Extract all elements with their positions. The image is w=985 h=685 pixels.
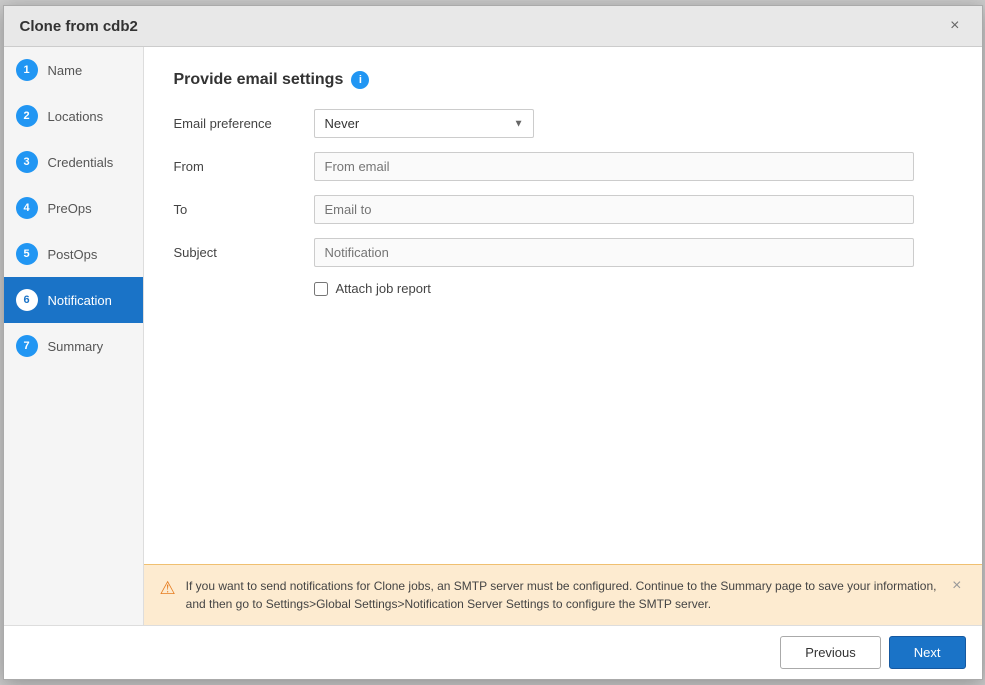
step-badge-3: 3 bbox=[16, 151, 38, 173]
email-preference-label: Email preference bbox=[174, 116, 314, 131]
sidebar-label-notification: Notification bbox=[48, 293, 112, 308]
section-title: Provide email settings i bbox=[174, 71, 952, 89]
previous-button[interactable]: Previous bbox=[780, 636, 881, 669]
main-content: Provide email settings i Email preferenc… bbox=[144, 47, 982, 625]
step-badge-6: 6 bbox=[16, 289, 38, 311]
info-icon[interactable]: i bbox=[351, 71, 369, 89]
to-control bbox=[314, 195, 914, 224]
subject-control bbox=[314, 238, 914, 267]
checkbox-row-attach: Attach job report bbox=[174, 281, 952, 296]
sidebar-item-notification[interactable]: 6 Notification bbox=[4, 277, 143, 323]
dialog-title: Clone from cdb2 bbox=[20, 18, 138, 35]
dialog-header: Clone from cdb2 × bbox=[4, 6, 982, 47]
attach-job-report-label[interactable]: Attach job report bbox=[336, 281, 431, 296]
warning-close-button[interactable]: × bbox=[948, 577, 965, 595]
sidebar-label-name: Name bbox=[48, 63, 83, 78]
step-badge-4: 4 bbox=[16, 197, 38, 219]
sidebar-item-summary[interactable]: 7 Summary bbox=[4, 323, 143, 369]
sidebar-label-postops: PostOps bbox=[48, 247, 98, 262]
next-button[interactable]: Next bbox=[889, 636, 966, 669]
email-preference-wrapper: Never On Failure Always bbox=[314, 109, 534, 138]
form-row-email-preference: Email preference Never On Failure Always bbox=[174, 109, 952, 138]
from-control bbox=[314, 152, 914, 181]
to-input[interactable] bbox=[314, 195, 914, 224]
clone-dialog: Clone from cdb2 × 1 Name 2 Locations 3 C… bbox=[3, 5, 983, 680]
dialog-body: 1 Name 2 Locations 3 Credentials 4 PreOp… bbox=[4, 47, 982, 625]
sidebar-item-name[interactable]: 1 Name bbox=[4, 47, 143, 93]
attach-job-report-checkbox[interactable] bbox=[314, 282, 328, 296]
form-row-from: From bbox=[174, 152, 952, 181]
content-area: Provide email settings i Email preferenc… bbox=[144, 47, 982, 564]
subject-input[interactable] bbox=[314, 238, 914, 267]
sidebar: 1 Name 2 Locations 3 Credentials 4 PreOp… bbox=[4, 47, 144, 625]
subject-label: Subject bbox=[174, 245, 314, 260]
step-badge-1: 1 bbox=[16, 59, 38, 81]
form-row-subject: Subject bbox=[174, 238, 952, 267]
sidebar-label-summary: Summary bbox=[48, 339, 104, 354]
form-row-to: To bbox=[174, 195, 952, 224]
email-preference-control: Never On Failure Always bbox=[314, 109, 914, 138]
dialog-footer: Previous Next bbox=[4, 625, 982, 679]
sidebar-item-preops[interactable]: 4 PreOps bbox=[4, 185, 143, 231]
to-label: To bbox=[174, 202, 314, 217]
step-badge-2: 2 bbox=[16, 105, 38, 127]
step-badge-7: 7 bbox=[16, 335, 38, 357]
sidebar-label-locations: Locations bbox=[48, 109, 104, 124]
step-badge-5: 5 bbox=[16, 243, 38, 265]
sidebar-label-preops: PreOps bbox=[48, 201, 92, 216]
from-label: From bbox=[174, 159, 314, 174]
sidebar-item-locations[interactable]: 2 Locations bbox=[4, 93, 143, 139]
warning-banner: ⚠ If you want to send notifications for … bbox=[144, 564, 982, 625]
warning-text: If you want to send notifications for Cl… bbox=[186, 577, 939, 613]
section-title-text: Provide email settings bbox=[174, 71, 344, 89]
sidebar-label-credentials: Credentials bbox=[48, 155, 114, 170]
email-preference-select[interactable]: Never On Failure Always bbox=[314, 109, 534, 138]
sidebar-item-postops[interactable]: 5 PostOps bbox=[4, 231, 143, 277]
warning-icon: ⚠ bbox=[160, 578, 176, 599]
close-button[interactable]: × bbox=[944, 16, 965, 36]
from-input[interactable] bbox=[314, 152, 914, 181]
sidebar-item-credentials[interactable]: 3 Credentials bbox=[4, 139, 143, 185]
